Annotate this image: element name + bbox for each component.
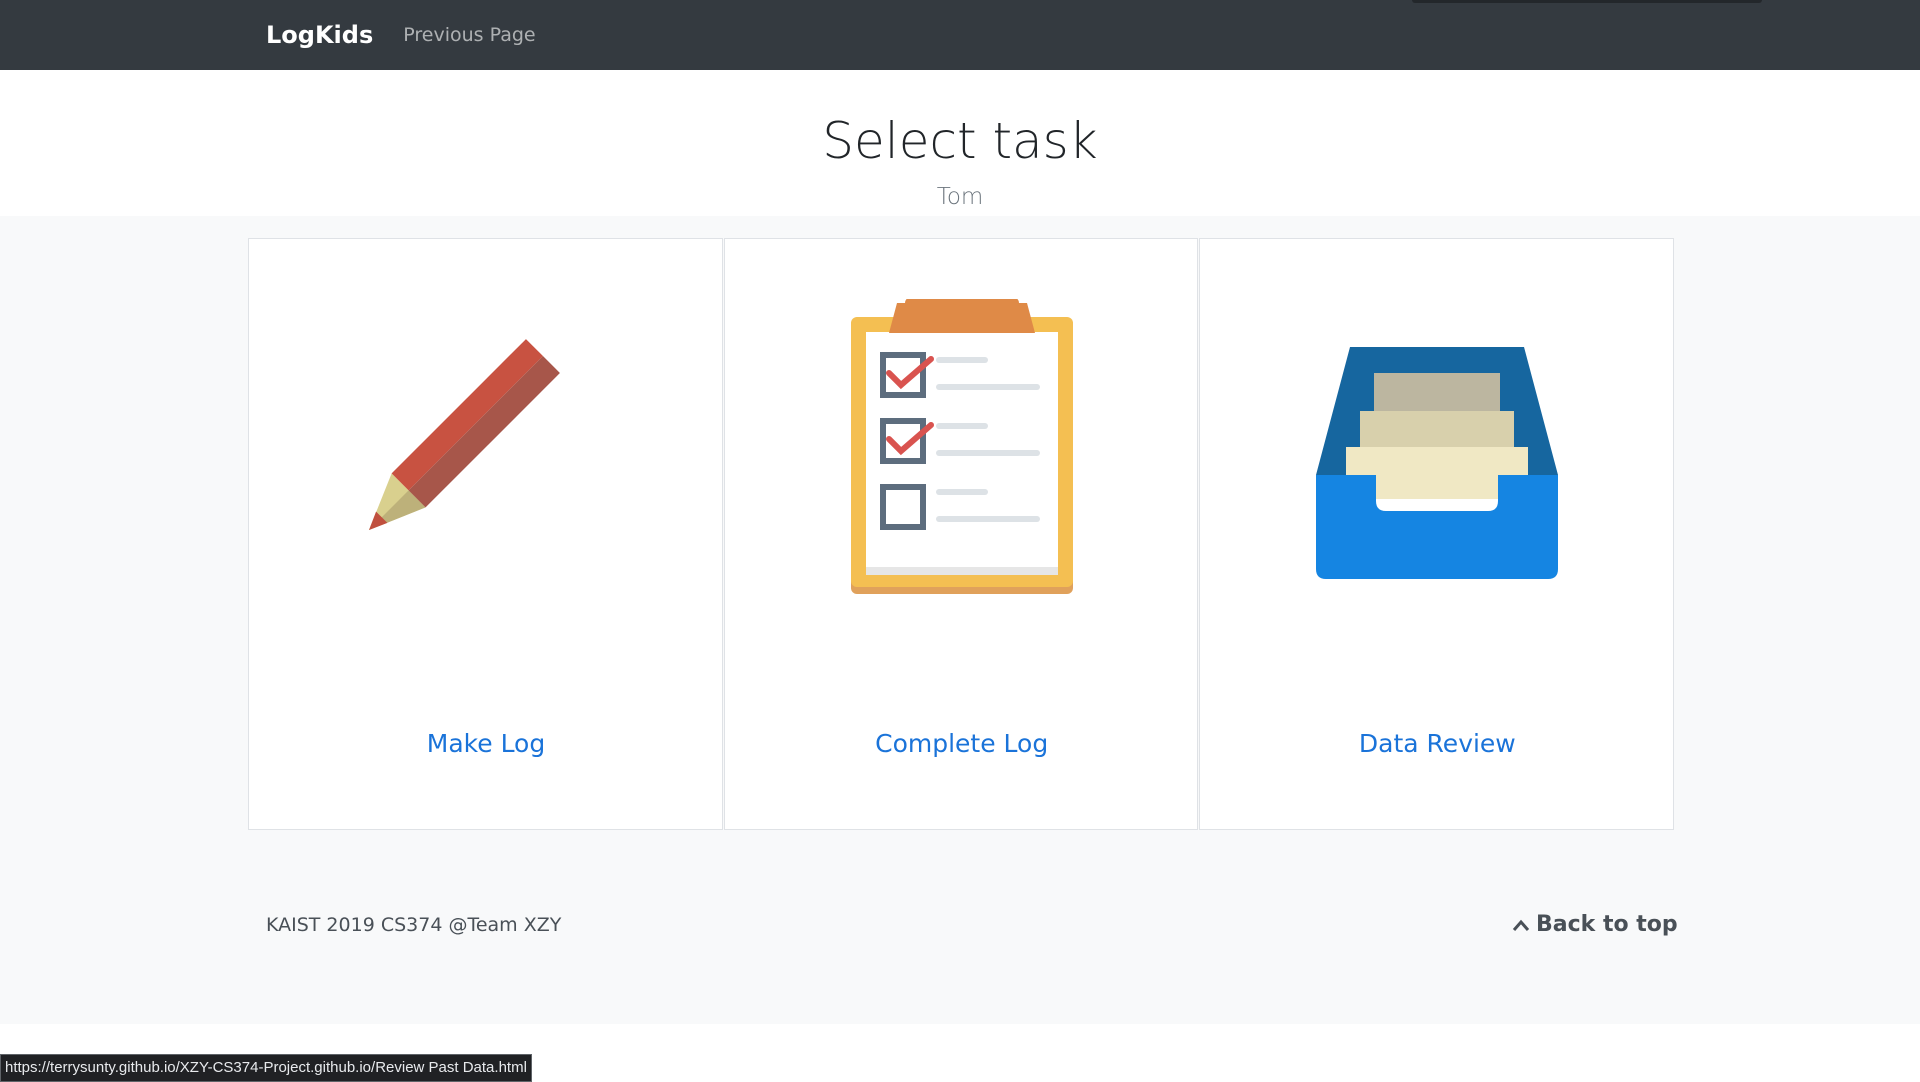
data-review-card[interactable]: Data Review — [1199, 238, 1675, 830]
brand-logo[interactable]: LogKids — [266, 21, 373, 49]
footer-credit: KAIST 2019 CS374 @Team XZY — [266, 914, 562, 936]
page-header: Select task Tom — [0, 70, 1920, 216]
page-title: Select task — [822, 112, 1098, 170]
clipboard-checklist-icon — [725, 272, 1199, 619]
task-cards: Make Log Complete Log Data Review — [248, 238, 1675, 830]
navbar-overlay-edge — [1412, 0, 1762, 3]
data-review-link[interactable]: Data Review — [1200, 729, 1674, 758]
navbar-content: LogKids Previous Page — [266, 0, 536, 70]
make-log-card[interactable]: Make Log — [248, 238, 723, 830]
user-name: Tom — [936, 184, 984, 210]
status-bar-url: https://terrysunty.github.io/XZY-CS374-P… — [0, 1054, 532, 1082]
complete-log-link[interactable]: Complete Log — [725, 729, 1199, 758]
chevron-up-icon — [1512, 919, 1530, 931]
previous-page-link[interactable]: Previous Page — [403, 24, 535, 46]
top-navbar: LogKids Previous Page — [0, 0, 1920, 70]
pencil-icon — [249, 299, 723, 619]
file-tray-icon — [1200, 299, 1674, 619]
back-to-top-link[interactable]: Back to top — [1512, 912, 1678, 937]
task-section: Make Log Complete Log Data Review KAIST … — [0, 216, 1920, 1024]
back-to-top-label: Back to top — [1536, 912, 1678, 937]
make-log-link[interactable]: Make Log — [249, 729, 723, 758]
complete-log-card[interactable]: Complete Log — [723, 238, 1199, 830]
